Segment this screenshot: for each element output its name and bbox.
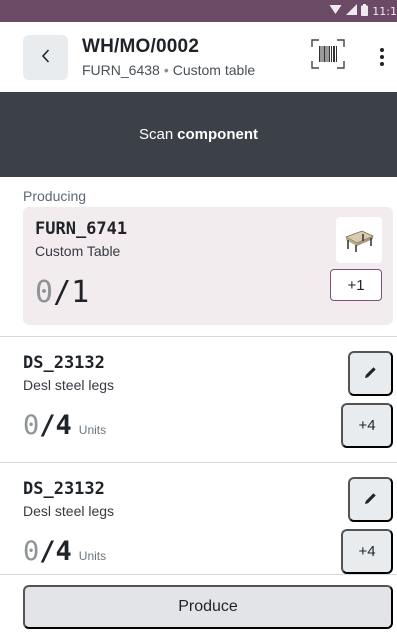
producing-product-code: FURN_6741 [35,219,128,239]
component-name: Desl steel legs [23,503,115,519]
producing-section-label: Producing [23,188,87,204]
cellular-signal-icon [346,4,358,18]
component-quantity: 0/4 Units [23,536,106,567]
status-bar: 11:1 [0,0,397,22]
edit-component-button[interactable] [348,351,393,396]
page-title: WH/MO/0002 [82,36,200,57]
component-increment-button[interactable]: +4 [341,529,393,574]
header-subtitle: FURN_6438 • Custom table [82,62,255,78]
component-increment-button[interactable]: +4 [341,403,393,448]
producing-qty-total: 1 [71,275,90,310]
header-separator: • [163,62,169,78]
header-product-name: Custom table [172,62,256,78]
status-icons: 11:1 [329,3,397,19]
app-header: WH/MO/0002 FURN_6438 • Custom table [0,22,397,92]
component-qty-separator: / [39,410,56,441]
producing-qty-done: 0 [35,275,54,310]
wifi-icon [329,4,342,18]
component-quantity: 0/4 Units [23,410,106,441]
component-qty-separator: / [39,536,56,567]
status-time: 11:1 [372,4,397,18]
component-code: DS_23132 [23,479,105,499]
battery-icon [361,3,369,19]
component-qty-done: 0 [23,410,40,441]
divider [0,574,397,575]
scan-banner: Scan component [0,92,397,177]
kebab-menu-icon[interactable] [374,40,390,74]
component-uom: Units [78,423,107,437]
pencil-icon [364,492,377,508]
scan-banner-prefix: Scan [138,126,174,143]
pencil-icon [364,366,377,382]
edit-component-button[interactable] [348,477,393,522]
component-row[interactable]: DS_23132 Desl steel legs 0/4 Units +4 [0,463,397,589]
back-button[interactable] [23,35,68,80]
scan-banner-emphasis: component [177,126,259,143]
component-name: Desl steel legs [23,377,115,393]
product-thumbnail [336,217,382,263]
producing-qty-separator: / [53,275,72,310]
producing-increment-button[interactable]: +1 [330,269,382,301]
component-qty-total: 4 [55,536,72,567]
producing-product-name: Custom Table [35,243,121,259]
produce-button[interactable]: Produce [23,585,393,629]
component-code: DS_23132 [23,353,105,373]
header-product-code: FURN_6438 [82,62,160,78]
component-qty-total: 4 [55,410,72,441]
barcode-scanner-icon [311,38,345,74]
component-qty-done: 0 [23,536,40,567]
producing-quantity: 0/1 [35,275,89,310]
barcode-scan-button[interactable] [308,36,348,76]
producing-card[interactable]: FURN_6741 Custom Table 0/1 +1 [23,207,393,325]
chevron-left-icon [40,48,52,67]
component-uom: Units [78,549,107,563]
component-row[interactable]: DS_23132 Desl steel legs 0/4 Units +4 [0,337,397,463]
